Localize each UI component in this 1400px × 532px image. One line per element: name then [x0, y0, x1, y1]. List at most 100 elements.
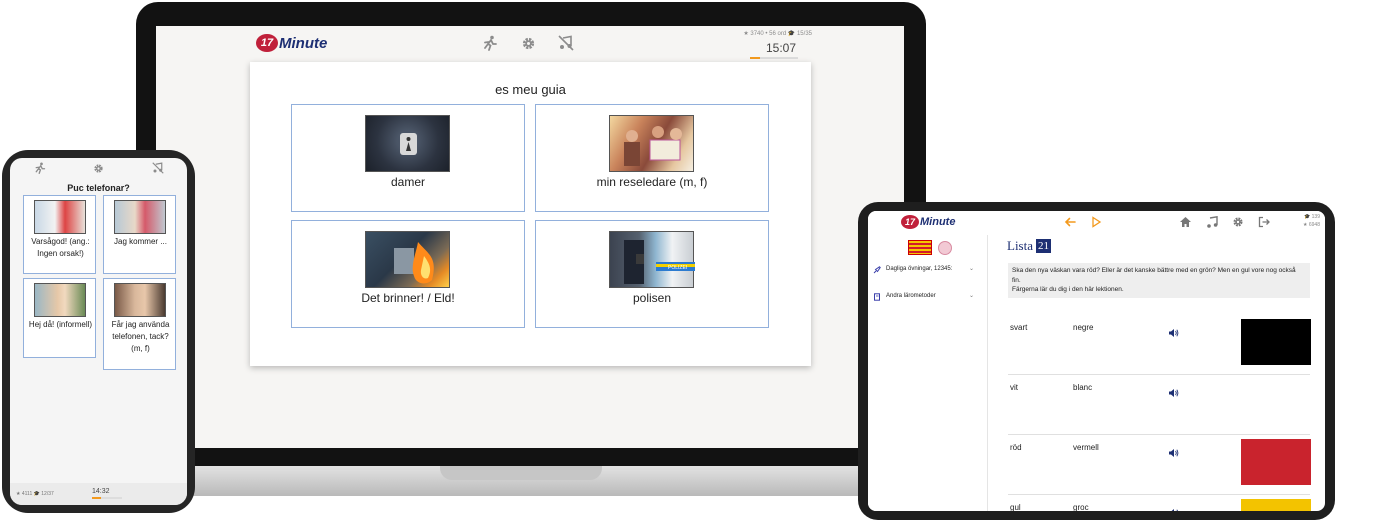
swedish-word: röd — [1010, 443, 1022, 452]
vocab-row: röd vermell — [1008, 435, 1311, 495]
women-restroom-icon — [365, 115, 450, 172]
woman-waving-photo — [34, 283, 86, 317]
color-swatch — [1241, 499, 1311, 511]
answer-option[interactable]: POLIZEI polisen — [535, 220, 769, 328]
option-label: polisen — [632, 291, 672, 305]
rocket-icon — [873, 266, 881, 274]
points-count: ★ 6948 — [1303, 222, 1320, 228]
answer-option[interactable]: Det brinner! / Eld! — [291, 220, 525, 328]
tablet-screen: 17 Minute 🎓 139 ★ 6948 Dagliga övningar,… — [868, 211, 1325, 511]
logout-icon[interactable] — [1257, 216, 1270, 228]
tablet-sidebar: Dagliga övningar, 12345: ⌄ Andra läromet… — [868, 235, 988, 511]
stats-readout: ★ 3740 • 56 ord 🎓 15/35 — [743, 31, 812, 37]
phone-screen: Puc telefonar? Varsågod! (ang.: Ingen or… — [10, 158, 187, 505]
laptop-notch — [440, 466, 602, 480]
description-line: Färgerna lär du dig i den här lektionen. — [1012, 286, 1124, 293]
speaker-icon[interactable] — [1168, 385, 1179, 397]
answer-option[interactable]: Varsågod! (ang.: Ingen orsak!) — [23, 195, 96, 274]
list-title-label: Lista — [1007, 238, 1033, 253]
app-logo[interactable]: 17 Minute — [256, 34, 327, 52]
vocab-row: gul groc — [1008, 495, 1311, 511]
description-line: Ska den nya väskan vara röd? Eller är de… — [1012, 267, 1296, 274]
no-music-icon[interactable] — [151, 162, 165, 174]
running-person-icon[interactable] — [480, 34, 500, 52]
chevron-down-icon[interactable]: ⌄ — [969, 292, 974, 299]
avatar[interactable] — [938, 240, 952, 255]
answer-option[interactable]: Får jag använda telefonen, tack? (m, f) — [103, 278, 176, 370]
stats-readout: 🎓 139 ★ 6948 — [1303, 213, 1320, 229]
tablet-frame: 17 Minute 🎓 139 ★ 6948 Dagliga övningar,… — [858, 202, 1335, 520]
home-icon[interactable] — [1179, 216, 1192, 228]
logo-word: Minute — [920, 216, 956, 228]
list-number-badge: 21 — [1036, 239, 1051, 253]
gear-icon[interactable] — [518, 34, 538, 52]
timer-progress — [750, 57, 798, 59]
description-line: fin. — [1012, 276, 1021, 284]
phone-footer: ★ 4111 🎓 12/37 14:32 — [10, 483, 187, 505]
fire-photo — [365, 231, 450, 288]
color-swatch — [1241, 379, 1311, 425]
logo-badge: 17 — [256, 34, 278, 52]
catalan-flag-icon — [908, 240, 932, 255]
speaker-icon[interactable] — [1168, 505, 1179, 511]
language-selector[interactable] — [908, 240, 952, 255]
question-text: Puc telefonar? — [67, 183, 130, 193]
menu-item-label: Andra lärometoder — [886, 293, 936, 299]
laptop-toolbar — [480, 34, 576, 52]
speaker-icon[interactable] — [1168, 445, 1179, 457]
gear-icon[interactable] — [92, 162, 106, 174]
chevron-down-icon[interactable]: ⌄ — [969, 265, 974, 272]
gear-icon[interactable] — [1231, 216, 1244, 228]
timer-progress — [92, 497, 122, 499]
app-logo[interactable]: 17 Minute — [901, 215, 955, 229]
answer-option[interactable]: min reseledare (m, f) — [535, 104, 769, 212]
swedish-word: gul — [1010, 503, 1021, 511]
lessons-count: 🎓 139 — [1304, 214, 1320, 220]
laptop-screen: 17 Minute ★ 3740 • 56 ord 🎓 15/35 15:07 … — [156, 26, 904, 448]
speaker-icon[interactable] — [1168, 325, 1179, 337]
option-label: Det brinner! / Eld! — [361, 291, 455, 305]
page-title: Lista 21 — [1007, 238, 1051, 254]
svg-text:POLIZEI: POLIZEI — [668, 265, 687, 271]
tour-group-photo — [609, 115, 694, 172]
music-icon[interactable] — [1205, 216, 1218, 228]
tablet-nav-icons — [1179, 216, 1270, 228]
timer-clock: 14:32 — [92, 488, 110, 495]
answer-option[interactable]: Hej då! (informell) — [23, 278, 96, 358]
tablet-header: 17 Minute 🎓 139 ★ 6948 — [868, 211, 1325, 235]
vocab-row: vit blanc — [1008, 375, 1311, 435]
logo-word: Minute — [279, 34, 328, 52]
catalan-word: groc — [1073, 503, 1089, 511]
color-swatch — [1241, 319, 1311, 365]
answer-option[interactable]: Jag kommer ... — [103, 195, 176, 274]
play-icon[interactable] — [1090, 216, 1102, 228]
option-label: Hej då! (informell) — [28, 320, 93, 329]
phone-toolbar — [10, 162, 187, 174]
timer-clock: 15:07 — [765, 41, 796, 55]
answer-option[interactable]: damer — [291, 104, 525, 212]
color-swatch — [1241, 439, 1311, 485]
exercise-card: es meu guia damer min reseledare (m, f) … — [250, 62, 811, 366]
arrow-left-icon[interactable] — [1064, 216, 1076, 228]
logo-badge: 17 — [901, 215, 919, 229]
stats-readout: ★ 4111 🎓 12/37 — [16, 491, 54, 497]
woman-phone-photo — [114, 283, 166, 317]
menu-item-other-methods[interactable]: Andra lärometoder ⌄ — [873, 292, 981, 301]
swedish-word: svart — [1010, 323, 1028, 332]
option-label: Varsågod! (ang.: Ingen orsak!) — [31, 237, 90, 258]
menu-item-label: Dagliga övningar, 12345: — [886, 266, 953, 272]
menu-item-daily-exercises[interactable]: Dagliga övningar, 12345: ⌄ — [873, 265, 981, 274]
book-icon — [873, 293, 881, 301]
catalan-word: vermell — [1073, 443, 1099, 452]
lesson-content: Lista 21 Ska den nya väskan vara röd? El… — [1002, 235, 1313, 511]
lesson-navigation — [1064, 216, 1102, 228]
no-music-icon[interactable] — [556, 34, 576, 52]
device-mockup-stage: 17 Minute ★ 3740 • 56 ord 🎓 15/35 15:07 … — [0, 0, 1400, 532]
vocab-row: svart negre — [1008, 315, 1311, 375]
question-text: es meu guia — [495, 82, 566, 97]
running-person-icon[interactable] — [33, 162, 47, 174]
catalan-word: negre — [1073, 323, 1094, 332]
option-label: damer — [390, 175, 425, 189]
lesson-description: Ska den nya väskan vara röd? Eller är de… — [1008, 263, 1310, 298]
phone-frame: Puc telefonar? Varsågod! (ang.: Ingen or… — [2, 150, 195, 513]
